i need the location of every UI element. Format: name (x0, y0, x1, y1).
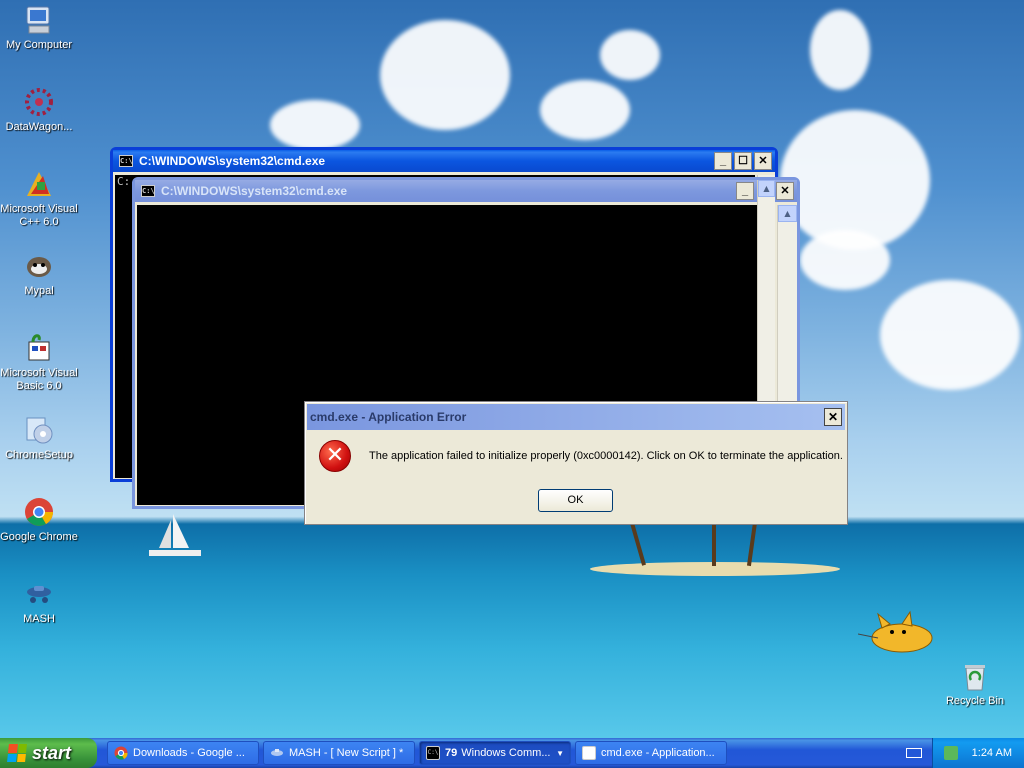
chrome-icon (114, 746, 128, 760)
close-button[interactable]: ✕ (754, 152, 772, 170)
desktop-icon-google-chrome[interactable]: Google Chrome (0, 496, 78, 544)
minimize-button[interactable]: _ (714, 152, 732, 170)
desktop-icon-label: Google Chrome (0, 531, 78, 543)
palm-trunk (630, 522, 646, 566)
desktop-icon-label: Mypal (24, 285, 54, 297)
desktop-icon-mash[interactable]: MASH (0, 578, 78, 626)
desktop-icon-label: Microsoft Visual Basic 6.0 (0, 367, 78, 392)
dialog-title-bar[interactable]: cmd.exe - Application Error ✕ (307, 404, 845, 430)
desktop-icon-visual-cpp[interactable]: Microsoft Visual C++ 6.0 (0, 168, 78, 229)
task-group-count: 79 (445, 747, 458, 759)
minimize-button[interactable]: _ (736, 182, 754, 200)
desktop-icon-mypal[interactable]: Mypal (0, 250, 78, 298)
scroll-up-button[interactable]: ▲ (778, 205, 797, 222)
task-label: MASH - [ New Script ] * (289, 747, 404, 759)
cloud (880, 280, 1020, 390)
dialog-title: cmd.exe - Application Error (310, 410, 467, 424)
dialog-close-button[interactable]: ✕ (824, 408, 842, 426)
sailboat (149, 514, 201, 556)
window-title: C:\WINDOWS\system32\cmd.exe (161, 184, 348, 198)
cmd-icon: C:\ (426, 746, 440, 760)
palm-trunk (746, 521, 758, 567)
desktop-icon-datawagon[interactable]: DataWagon... (0, 86, 78, 134)
cloud (780, 110, 930, 250)
desktop-icon-label: MASH (23, 613, 55, 625)
taskbar: start Downloads - Google ... MASH - [ Ne… (0, 738, 1024, 768)
desktop-icon-label: DataWagon... (5, 121, 73, 133)
task-button-downloads[interactable]: Downloads - Google ... (107, 741, 259, 765)
desktop-icon-chrome-setup[interactable]: ChromeSetup (0, 414, 78, 462)
task-button-mash[interactable]: MASH - [ New Script ] * (263, 741, 415, 765)
desktop-icon-recycle-bin[interactable]: Recycle Bin (936, 660, 1014, 708)
desktop-icon-label: Recycle Bin (945, 695, 1005, 707)
recycle-bin-icon (959, 660, 991, 692)
error-icon: ✕ (319, 440, 351, 472)
cloud (540, 80, 630, 140)
desktop-icon-label: ChromeSetup (5, 449, 73, 461)
console-text: C: (117, 175, 131, 188)
title-bar[interactable]: C:\ C:\WINDOWS\system32\cmd.exe _ ☐ ✕ (113, 150, 775, 172)
task-label: Windows Comm... (461, 747, 551, 759)
window-icon (582, 746, 596, 760)
cloud (270, 100, 360, 150)
start-label: start (32, 742, 72, 763)
cloud (380, 20, 510, 130)
mash-icon (23, 578, 55, 610)
visual-cpp-icon (23, 168, 55, 200)
task-label: Downloads - Google ... (133, 747, 245, 759)
task-label: cmd.exe - Application... (601, 747, 715, 759)
dialog-message: The application failed to initialize pro… (369, 450, 843, 462)
maximize-button[interactable]: ☐ (734, 152, 752, 170)
cmd-icon: C:\ (119, 155, 133, 167)
cloud (600, 30, 660, 80)
cloud (800, 230, 890, 290)
cmd-icon: C:\ (141, 185, 155, 197)
clock[interactable]: 1:24 AM (972, 747, 1012, 759)
windows-flag-icon (7, 744, 27, 762)
ok-button[interactable]: OK (538, 489, 613, 512)
desktop-icon-label: My Computer (5, 39, 73, 51)
chrome-icon (23, 496, 55, 528)
datawagon-icon (23, 86, 55, 118)
chevron-down-icon: ▼ (556, 748, 564, 758)
keyboard-icon[interactable] (906, 748, 922, 758)
cat-mascot-icon (858, 610, 933, 653)
palm-trunk (712, 522, 716, 566)
my-computer-icon (23, 4, 55, 36)
mash-icon (271, 749, 283, 756)
system-tray: 1:24 AM (932, 738, 1024, 768)
desktop-icon-label: Microsoft Visual C++ 6.0 (0, 203, 78, 228)
desktop-icon-my-computer[interactable]: My Computer (0, 4, 78, 52)
window-title: C:\WINDOWS\system32\cmd.exe (139, 154, 326, 168)
task-button-windows-command[interactable]: C:\ 79 Windows Comm... ▼ (419, 741, 571, 765)
task-list: Downloads - Google ... MASH - [ New Scri… (107, 741, 896, 765)
mypal-icon (23, 250, 55, 282)
start-button[interactable]: start (0, 738, 97, 768)
desktop-icon-visual-basic[interactable]: Microsoft Visual Basic 6.0 (0, 332, 78, 393)
close-button[interactable]: ✕ (776, 182, 794, 200)
chrome-setup-icon (23, 414, 55, 446)
error-dialog[interactable]: cmd.exe - Application Error ✕ ✕ The appl… (304, 401, 848, 525)
task-button-cmd-error[interactable]: cmd.exe - Application... (575, 741, 727, 765)
title-bar[interactable]: C:\ C:\WINDOWS\system32\cmd.exe _ ☐ ✕ (135, 180, 797, 202)
network-icon[interactable] (943, 746, 958, 760)
scroll-up-button[interactable]: ▲ (758, 180, 775, 197)
visual-basic-icon (23, 332, 55, 364)
cloud (810, 10, 870, 90)
